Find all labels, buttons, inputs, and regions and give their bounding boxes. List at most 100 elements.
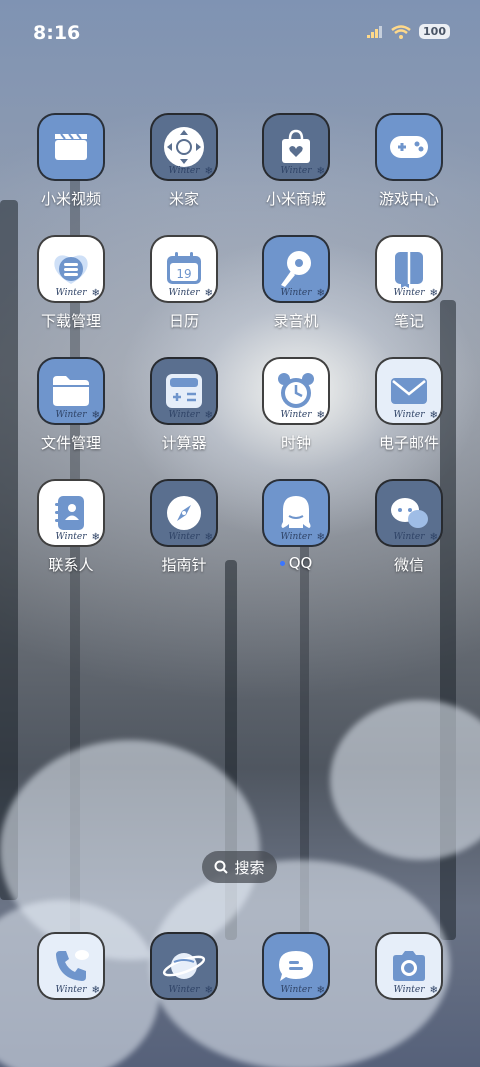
app-icon-tile[interactable]: Winter ❄ (262, 235, 330, 303)
snowflake-icon: ❄ (91, 410, 100, 421)
browser-planet-icon (162, 953, 206, 979)
app-label: 笔记 (393, 312, 424, 330)
home-screen: 8:16 100 小米视频 Winter ❄ 米家 Winter ❄ 小米商城 … (0, 0, 480, 1067)
new-indicator-dot (279, 561, 285, 566)
app-qq[interactable]: Winter ❄ QQ (246, 479, 346, 572)
app-compass[interactable]: Winter ❄ 指南针 (134, 479, 234, 575)
snowflake-icon: ❄ (91, 985, 100, 996)
app-label: 米家 (168, 190, 199, 208)
app-icon-tile[interactable]: Winter ❄ (37, 235, 105, 303)
app-icon-tile[interactable]: Winter ❄ (150, 479, 218, 547)
contacts-book-icon (55, 496, 84, 530)
snowflake-icon: ❄ (429, 288, 438, 299)
app-label: 文件管理 (40, 434, 101, 452)
calendar-day: 19 (176, 267, 191, 281)
mijia-icon (164, 127, 204, 167)
snowflake-icon: ❄ (316, 288, 325, 299)
wechat-bubbles-icon (391, 498, 428, 528)
snowflake-icon: ❄ (429, 532, 438, 543)
dock-camera[interactable]: Winter ❄ (359, 932, 459, 1000)
download-stack-icon (54, 255, 88, 284)
app-xiaomi-video[interactable]: 小米视频 (21, 113, 121, 209)
app-icon-tile[interactable]: Winter ❄ (150, 357, 218, 425)
app-icon-tile[interactable]: Winter ❄ (375, 235, 443, 303)
calculator-icon (166, 374, 202, 408)
snowflake-icon: ❄ (91, 532, 100, 543)
app-label: 录音机 (273, 312, 319, 330)
app-icon-tile[interactable]: Winter ❄ (262, 932, 330, 1000)
camera-icon (393, 951, 425, 981)
app-notes[interactable]: Winter ❄ 笔记 (359, 235, 459, 331)
app-icon-tile[interactable]: Winter ❄ (375, 479, 443, 547)
app-game-center[interactable]: 游戏中心 (359, 113, 459, 209)
snowflake-icon: ❄ (316, 410, 325, 421)
app-icon-tile[interactable]: Winter ❄ (262, 113, 330, 181)
app-icon-tile[interactable] (37, 113, 105, 181)
calendar-icon: 19 (167, 252, 201, 284)
qq-penguin-icon (281, 496, 311, 528)
app-contacts[interactable]: Winter ❄ 联系人 (21, 479, 121, 575)
app-icon-tile[interactable]: Winter ❄ (37, 357, 105, 425)
app-label: 游戏中心 (378, 190, 439, 208)
video-clapper-icon (55, 133, 87, 160)
gamepad-icon (390, 136, 428, 158)
status-bar: 8:16 100 (0, 22, 480, 48)
app-label: 小米商城 (265, 190, 326, 208)
app-download-manager[interactable]: Winter ❄ 下载管理 (21, 235, 121, 331)
app-icon-tile[interactable]: Winter ❄ (150, 932, 218, 1000)
snowflake-icon: ❄ (429, 410, 438, 421)
app-icon-tile[interactable] (375, 113, 443, 181)
snowflake-icon: ❄ (204, 166, 213, 177)
app-clock[interactable]: Winter ❄ 时钟 (246, 357, 346, 453)
app-icon-tile[interactable]: Winter ❄ (37, 932, 105, 1000)
snowflake-icon: ❄ (316, 532, 325, 543)
search-label: 搜索 (234, 858, 265, 877)
app-icon-tile[interactable]: Winter ❄ (150, 113, 218, 181)
app-file-manager[interactable]: Winter ❄ 文件管理 (21, 357, 121, 453)
app-icon-tile[interactable]: Winter ❄ (262, 357, 330, 425)
app-calendar[interactable]: 19 Winter ❄ 日历 (134, 235, 234, 331)
microphone-icon (281, 251, 311, 287)
app-xiaomi-mall[interactable]: Winter ❄ 小米商城 (246, 113, 346, 209)
app-label: 日历 (168, 312, 199, 330)
alarm-clock-icon (278, 373, 314, 408)
dock-phone[interactable]: Winter ❄ (21, 932, 121, 1000)
app-mijia[interactable]: Winter ❄ 米家 (134, 113, 234, 209)
snowflake-icon: ❄ (204, 410, 213, 421)
snowflake-icon: ❄ (316, 985, 325, 996)
wifi-icon (391, 24, 411, 39)
search-icon (214, 860, 229, 874)
app-icon-tile[interactable]: Winter ❄ (375, 357, 443, 425)
snowflake-icon: ❄ (316, 166, 325, 177)
app-email[interactable]: Winter ❄ 电子邮件 (359, 357, 459, 453)
signal-icon (367, 25, 383, 38)
app-wechat[interactable]: Winter ❄ 微信 (359, 479, 459, 575)
snowflake-icon: ❄ (204, 985, 213, 996)
dock-messages[interactable]: Winter ❄ (246, 932, 346, 1000)
app-icon-tile[interactable]: Winter ❄ (262, 479, 330, 547)
dock-browser[interactable]: Winter ❄ (134, 932, 234, 1000)
home-search-button[interactable]: 搜索 (202, 851, 277, 883)
folder-icon (53, 376, 89, 406)
app-label: 联系人 (48, 556, 94, 574)
app-icon-tile[interactable]: Winter ❄ (375, 932, 443, 1000)
snowflake-icon: ❄ (429, 985, 438, 996)
app-recorder[interactable]: Winter ❄ 录音机 (246, 235, 346, 331)
app-label-text: QQ (288, 554, 313, 572)
app-label: 电子邮件 (378, 434, 439, 452)
compass-icon (167, 496, 201, 530)
snowflake-icon: ❄ (91, 288, 100, 299)
phone-icon (56, 950, 89, 981)
app-label: 小米视频 (40, 190, 101, 208)
app-label: 微信 (393, 556, 424, 574)
snowflake-icon: ❄ (204, 288, 213, 299)
battery-icon: 100 (419, 24, 450, 39)
status-icons: 100 (367, 24, 450, 39)
envelope-icon (391, 378, 427, 404)
app-icon-tile[interactable]: 19 Winter ❄ (150, 235, 218, 303)
app-calculator[interactable]: Winter ❄ 计算器 (134, 357, 234, 453)
app-label: 时钟 (280, 434, 311, 452)
app-icon-tile[interactable]: Winter ❄ (37, 479, 105, 547)
shopping-bag-icon (282, 129, 310, 163)
app-label: 指南针 (161, 556, 207, 574)
